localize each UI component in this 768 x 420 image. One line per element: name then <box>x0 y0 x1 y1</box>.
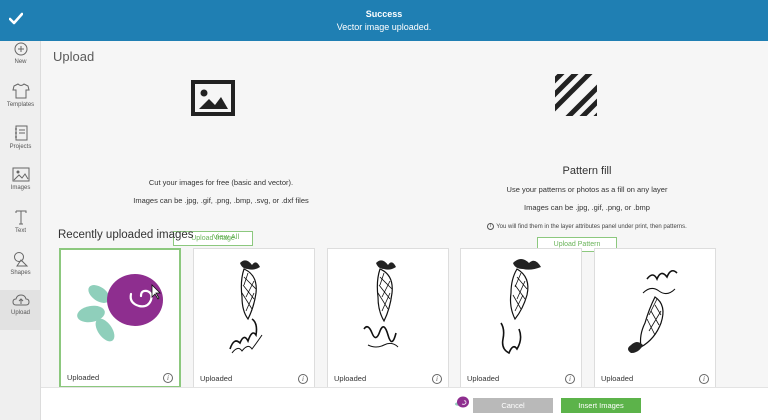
banner-message: Vector image uploaded. <box>336 22 432 32</box>
upload-panel: Upload Cut your images for free (basic a… <box>41 41 768 420</box>
pattern-fill-hint-text: You will find them in the layer attribut… <box>496 224 687 231</box>
bottom-action-bar: Cancel Insert Images <box>41 387 768 420</box>
cloud-upload-icon <box>11 294 30 306</box>
info-icon[interactable]: i <box>699 374 709 384</box>
recent-uploads-title: Recently uploaded images <box>58 229 194 241</box>
uploaded-label: Uploaded <box>67 373 100 382</box>
pattern-stripes-icon <box>555 74 597 116</box>
image-icon <box>12 167 29 182</box>
sidebar-item-shapes[interactable]: Shapes <box>0 251 41 291</box>
sidebar-item-templates[interactable]: Templates <box>0 83 41 123</box>
info-icon[interactable]: i <box>163 373 173 383</box>
sidebar-item-label: Images <box>10 185 31 191</box>
uploaded-label: Uploaded <box>200 374 233 383</box>
uploaded-label: Uploaded <box>334 374 367 383</box>
sidebar-item-label: Upload <box>10 310 30 316</box>
mermaid-script-image <box>500 259 541 355</box>
uploaded-image-card[interactable]: Uploaded i <box>460 248 582 388</box>
pattern-fill-hint: i You will find them in the layer attribu… <box>406 223 768 230</box>
sidebar-item-label: Text <box>14 228 26 234</box>
sidebar-item-new[interactable]: New <box>0 41 41 81</box>
upload-image-description: Cut your images for free (basic and vect… <box>148 178 294 187</box>
sidebar-item-images[interactable]: Images <box>0 167 41 207</box>
plus-circle-icon <box>14 42 27 56</box>
sidebar-item-label: Shapes <box>10 270 31 276</box>
sidebar-item-upload[interactable]: Upload <box>0 290 41 330</box>
page-title: Upload <box>53 49 95 64</box>
tshirt-icon <box>11 83 30 99</box>
info-icon[interactable]: i <box>565 374 575 384</box>
info-icon[interactable]: i <box>432 374 442 384</box>
uploaded-label: Uploaded <box>601 374 634 383</box>
success-banner: Success Vector image uploaded. <box>0 0 768 41</box>
notebook-icon <box>14 125 27 141</box>
mermaid-script-image <box>628 269 678 353</box>
flower-image <box>77 274 163 342</box>
sidebar: New Templates Projects Images Text Shape… <box>0 41 41 420</box>
view-all-link[interactable]: View All <box>213 232 239 241</box>
text-icon <box>15 210 26 225</box>
sidebar-item-text[interactable]: Text <box>0 209 41 249</box>
sidebar-item-label: New <box>14 59 27 65</box>
cancel-button[interactable]: Cancel <box>473 398 553 413</box>
pattern-fill-formats: Images can be .jpg, .gif, .png, or .bmp <box>524 203 650 212</box>
sidebar-item-label: Projects <box>9 144 32 150</box>
selected-image-preview <box>455 396 469 408</box>
uploaded-image-card[interactable]: Uploaded i <box>193 248 315 388</box>
uploaded-image-card[interactable]: Uploaded i <box>327 248 449 388</box>
mermaid-script-image <box>363 260 399 348</box>
uploaded-image-card[interactable]: Uploaded i <box>594 248 716 388</box>
sidebar-item-projects[interactable]: Projects <box>0 125 41 165</box>
sidebar-item-label: Templates <box>6 102 35 108</box>
upload-image-formats: Images can be .jpg, .gif, .png, .bmp, .s… <box>133 196 309 205</box>
image-upload-icon <box>191 80 235 116</box>
pattern-fill-title: Pattern fill <box>562 165 612 177</box>
info-icon[interactable]: i <box>298 374 308 384</box>
shapes-icon <box>13 252 28 267</box>
banner-title: Success <box>365 9 403 19</box>
pattern-fill-description: Use your patterns or photos as a fill on… <box>506 185 668 194</box>
insert-images-button[interactable]: Insert Images <box>561 398 641 413</box>
info-icon: i <box>487 223 495 230</box>
mermaid-script-image <box>229 260 263 354</box>
uploaded-image-card[interactable]: Uploaded i <box>59 248 181 388</box>
uploaded-label: Uploaded <box>467 374 500 383</box>
